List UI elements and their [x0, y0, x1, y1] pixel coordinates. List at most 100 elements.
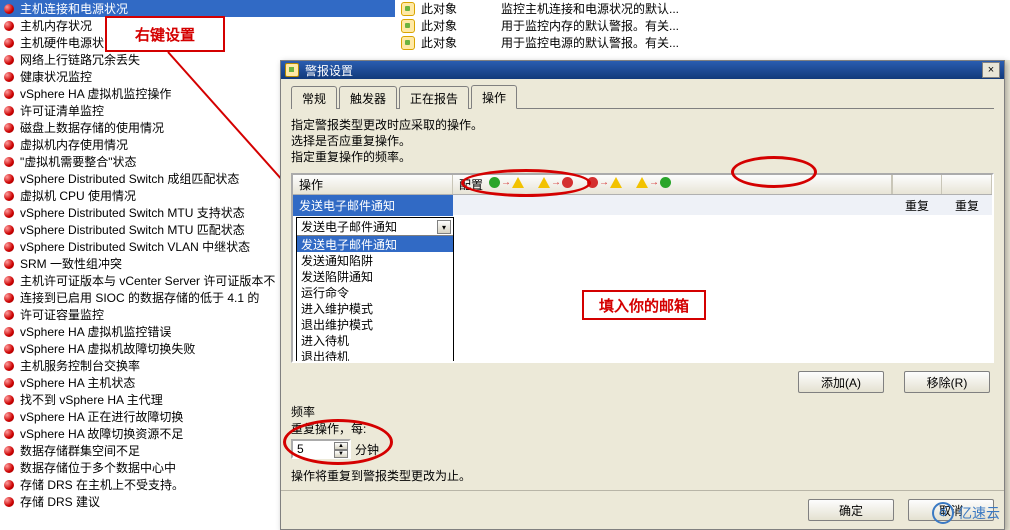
object-target: 此对象 — [421, 17, 501, 34]
remove-button[interactable]: 移除(R) — [904, 371, 990, 393]
dropdown-option[interactable]: 退出维护模式 — [297, 316, 453, 332]
instruction-line: 指定重复操作的频率。 — [291, 149, 994, 165]
object-icon — [401, 36, 415, 50]
alarm-row[interactable]: 主机连接和电源状况 — [0, 0, 395, 17]
frequency-input[interactable] — [295, 441, 329, 457]
object-target: 此对象 — [421, 0, 501, 17]
frequency-label: 重复操作，每: — [291, 420, 994, 437]
object-desc: 用于监控内存的默认警报。有关... — [501, 17, 1010, 34]
dropdown-selected-label: 发送电子邮件通知 — [301, 218, 397, 235]
alarm-status-icon — [4, 4, 14, 14]
alarm-settings-dialog: 警报设置 × 常规触发器正在报告操作 指定警报类型更改时应采取的操作。 选择是否… — [280, 60, 1005, 530]
dialog-footer: 确定 取消 — [281, 490, 1004, 529]
alarm-status-icon — [4, 123, 14, 133]
col-action[interactable]: 操作 — [293, 175, 453, 194]
dialog-body: 常规触发器正在报告操作 指定警报类型更改时应采取的操作。 选择是否应重复操作。 … — [281, 79, 1004, 490]
object-desc: 用于监控电源的默认警报。有关... — [501, 34, 1010, 51]
remove-button-label: 移除(R) — [927, 374, 968, 391]
frequency-note: 操作将重复到警报类型更改为止。 — [291, 467, 994, 484]
dropdown-option[interactable]: 进入待机 — [297, 332, 453, 348]
object-row[interactable]: 此对象监控主机连接和电源状况的默认... — [395, 0, 1010, 17]
alarm-status-icon — [4, 344, 14, 354]
object-grid: 此对象监控主机连接和电源状况的默认...此对象用于监控内存的默认警报。有关...… — [395, 0, 1010, 60]
instruction-line: 指定警报类型更改时应采取的操作。 — [291, 117, 994, 133]
dropdown-option[interactable]: 发送通知陷阱 — [297, 252, 453, 268]
tab-2[interactable]: 正在报告 — [399, 86, 469, 109]
tab-strip: 常规触发器正在报告操作 — [291, 83, 994, 109]
col-repeat-1 — [892, 175, 942, 194]
alarm-status-icon — [4, 191, 14, 201]
cell-repeat-2[interactable]: 重复 — [942, 195, 992, 216]
cell-action[interactable]: 发送电子邮件通知 — [293, 195, 453, 216]
object-target: 此对象 — [421, 34, 501, 51]
alarm-status-icon — [4, 242, 14, 252]
actions-table: 操作 配置 → → → → 发送电子邮件通知 — [291, 173, 994, 363]
spin-up-icon[interactable]: ▲ — [334, 442, 348, 450]
frequency-heading: 频率 — [291, 403, 994, 420]
dropdown-option[interactable]: 退出待机 — [297, 348, 453, 363]
cell-config[interactable] — [453, 203, 892, 207]
app-icon — [285, 63, 299, 77]
alarm-status-icon — [4, 89, 14, 99]
table-button-row: 添加(A) 移除(R) — [291, 363, 994, 393]
alarm-label: 主机内存状况 — [20, 17, 395, 34]
dropdown-option[interactable]: 进入维护模式 — [297, 300, 453, 316]
dialog-title: 警报设置 — [305, 62, 353, 79]
spin-down-icon[interactable]: ▼ — [334, 450, 348, 458]
alarm-status-icon — [4, 140, 14, 150]
dropdown-option[interactable]: 发送陷阱通知 — [297, 268, 453, 284]
frequency-spinner[interactable]: ▲ ▼ — [291, 439, 351, 459]
action-dropdown[interactable]: 发送电子邮件通知 ▾ 发送电子邮件通知发送通知陷阱发送陷阱通知运行命令进入维护模… — [296, 217, 454, 363]
alarm-status-icon — [4, 480, 14, 490]
alarm-label: 主机连接和电源状况 — [20, 0, 395, 17]
alarm-status-icon — [4, 446, 14, 456]
alarm-status-icon — [4, 310, 14, 320]
add-button[interactable]: 添加(A) — [798, 371, 884, 393]
alarm-status-icon — [4, 72, 14, 82]
ok-button-label: 确定 — [839, 502, 863, 519]
tab-3[interactable]: 操作 — [471, 85, 517, 109]
tab-1[interactable]: 触发器 — [339, 86, 397, 109]
instructions-block: 指定警报类型更改时应采取的操作。 选择是否应重复操作。 指定重复操作的频率。 — [291, 117, 994, 165]
tab-panel-actions: 指定警报类型更改时应采取的操作。 选择是否应重复操作。 指定重复操作的频率。 操… — [291, 109, 994, 484]
alarm-row[interactable]: 主机内存状况 — [0, 17, 395, 34]
alarm-status-icon — [4, 208, 14, 218]
col-config[interactable]: 配置 → → → → — [453, 175, 892, 194]
state-transition-icons: → → → → — [489, 177, 671, 188]
dialog-titlebar[interactable]: 警报设置 × — [281, 61, 1004, 79]
alarm-status-icon — [4, 293, 14, 303]
col-repeat-2 — [942, 175, 992, 194]
ok-button[interactable]: 确定 — [808, 499, 894, 521]
cancel-button[interactable]: 取消 — [908, 499, 994, 521]
table-row[interactable]: 发送电子邮件通知 重复 重复 — [293, 195, 992, 215]
alarm-status-icon — [4, 395, 14, 405]
alarm-status-icon — [4, 378, 14, 388]
alarm-status-icon — [4, 21, 14, 31]
chevron-down-icon[interactable]: ▾ — [437, 220, 451, 234]
tab-0[interactable]: 常规 — [291, 86, 337, 109]
dropdown-selected[interactable]: 发送电子邮件通知 ▾ — [297, 218, 453, 236]
alarm-status-icon — [4, 497, 14, 507]
alarm-row[interactable]: 主机硬件电源状 — [0, 34, 395, 51]
object-icon — [401, 2, 415, 16]
dropdown-option[interactable]: 运行命令 — [297, 284, 453, 300]
alarm-status-icon — [4, 276, 14, 286]
cell-repeat-1[interactable]: 重复 — [892, 195, 942, 216]
alarm-status-icon — [4, 259, 14, 269]
object-row[interactable]: 此对象用于监控电源的默认警报。有关... — [395, 34, 1010, 51]
frequency-unit: 分钟 — [355, 441, 379, 458]
object-desc: 监控主机连接和电源状况的默认... — [501, 0, 1010, 17]
close-button[interactable]: × — [982, 62, 1000, 78]
alarm-status-icon — [4, 361, 14, 371]
frequency-section: 频率 重复操作，每: ▲ ▼ 分钟 操作将重复到警报类型更改为止。 — [291, 403, 994, 484]
alarm-label: 主机硬件电源状 — [20, 34, 395, 51]
alarm-status-icon — [4, 174, 14, 184]
dropdown-option[interactable]: 发送电子邮件通知 — [297, 236, 453, 252]
add-button-label: 添加(A) — [821, 374, 861, 391]
col-config-label: 配置 — [459, 176, 483, 193]
alarm-status-icon — [4, 225, 14, 235]
alarm-status-icon — [4, 38, 14, 48]
actions-table-header: 操作 配置 → → → → — [293, 175, 992, 195]
alarm-status-icon — [4, 157, 14, 167]
object-row[interactable]: 此对象用于监控内存的默认警报。有关... — [395, 17, 1010, 34]
